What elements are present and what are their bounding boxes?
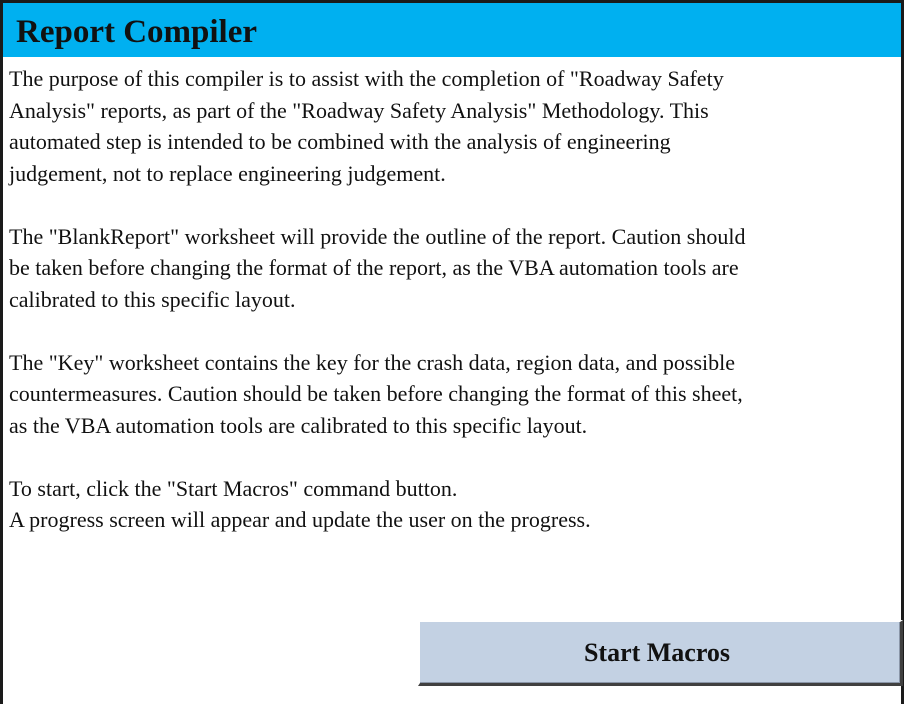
text-line: Analysis" reports, as part of the "Roadw… [9, 97, 709, 123]
start-instructions-paragraph: To start, click the "Start Macros" comma… [9, 473, 894, 536]
key-worksheet-paragraph: The "Key" worksheet contains the key for… [9, 347, 894, 442]
text-line: The "Key" worksheet contains the key for… [9, 349, 735, 375]
title-banner: Report Compiler [3, 3, 901, 57]
purpose-paragraph: The purpose of this compiler is to assis… [9, 63, 894, 189]
text-line: The purpose of this compiler is to assis… [9, 66, 724, 91]
text-line: To start, click the "Start Macros" comma… [9, 475, 458, 501]
text-line: judgement, not to replace engineering ju… [9, 160, 446, 186]
text-line: calibrated to this specific layout. [9, 286, 296, 312]
text-line: countermeasures. Caution should be taken… [9, 381, 743, 406]
report-compiler-sheet: Report Compiler The purpose of this comp… [0, 0, 904, 704]
text-line: A progress screen will appear and update… [9, 507, 591, 532]
text-line: as the VBA automation tools are calibrat… [9, 412, 588, 438]
page-title: Report Compiler [16, 14, 258, 50]
blankreport-paragraph: The "BlankReport" worksheet will provide… [9, 221, 894, 316]
start-macros-button[interactable]: Start Macros [418, 620, 903, 686]
text-line: automated step is intended to be combine… [9, 129, 671, 154]
instructions-text: The purpose of this compiler is to assis… [9, 63, 894, 536]
start-macros-label: Start Macros [583, 637, 731, 667]
text-line: The "BlankReport" worksheet will provide… [9, 223, 746, 249]
frame-border-left [0, 0, 3, 704]
text-line: be taken before changing the format of t… [9, 255, 739, 280]
